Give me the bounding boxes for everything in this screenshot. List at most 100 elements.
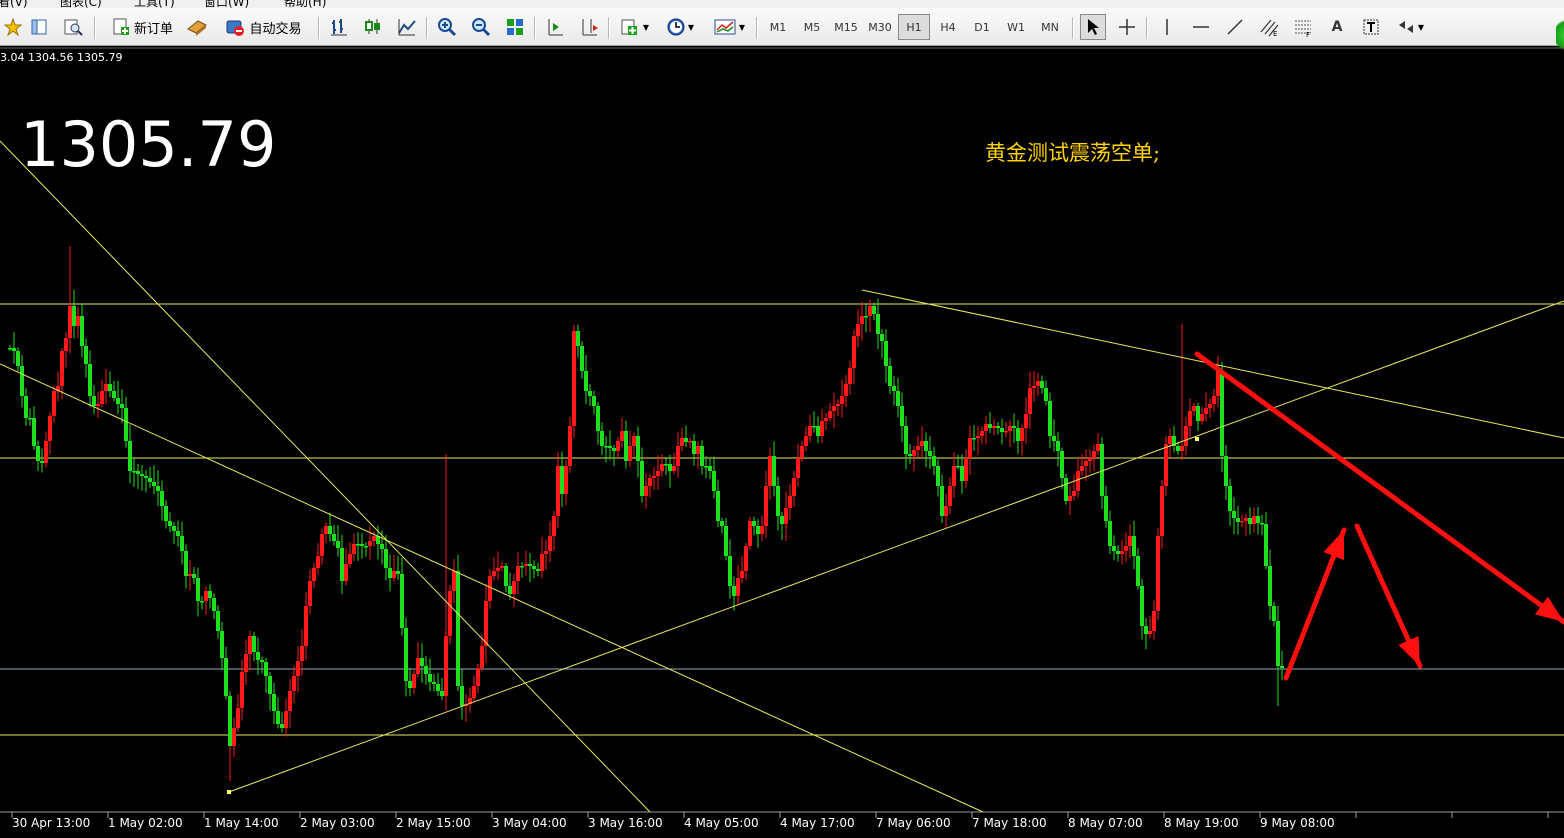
candle-body <box>256 652 260 660</box>
auto-trading-icon <box>226 20 245 36</box>
candle-body <box>1048 401 1052 436</box>
candle-body <box>1104 496 1108 521</box>
candle-body <box>884 341 888 366</box>
arrows-dropdown[interactable]: ▼ <box>1390 14 1430 40</box>
candle-body <box>524 564 528 566</box>
candle-body <box>760 526 764 534</box>
candle-body <box>608 446 612 448</box>
timeframe-m1[interactable]: M1 <box>762 14 794 40</box>
candle-body <box>908 454 912 456</box>
tile-windows-icon[interactable] <box>502 14 528 40</box>
candle-body <box>772 456 776 486</box>
navigator-window-icon[interactable] <box>26 14 52 40</box>
candlestick-chart-icon[interactable] <box>360 14 386 40</box>
menu-item[interactable]: 帮助(H) <box>284 0 326 8</box>
candle-body <box>1236 518 1240 522</box>
candle-body <box>152 482 156 486</box>
favorites-star-icon[interactable] <box>0 14 26 40</box>
candle-body <box>356 544 360 546</box>
candle-body <box>296 661 300 676</box>
equidistant-channel-icon[interactable]: E <box>1256 14 1282 40</box>
candle-body <box>112 391 116 398</box>
zoom-out-icon[interactable] <box>468 14 494 40</box>
templates-dropdown[interactable]: ▼ <box>708 14 750 40</box>
candle-body <box>88 364 92 396</box>
candle-body <box>708 466 712 471</box>
candle-body <box>428 674 432 682</box>
candle-body <box>80 316 84 346</box>
trendline-icon[interactable] <box>1222 14 1248 40</box>
menu-item[interactable]: 工具(T) <box>134 0 175 8</box>
candle-body <box>140 474 144 476</box>
candle-body <box>1112 546 1116 551</box>
candle-body <box>748 521 752 546</box>
candle-body <box>172 526 176 531</box>
crosshair-icon[interactable] <box>1114 14 1140 40</box>
candle-body <box>1268 566 1272 606</box>
horizontal-line-icon[interactable] <box>1188 14 1214 40</box>
new-order-button[interactable]: 新订单 <box>102 14 182 40</box>
candle-body <box>1220 371 1224 456</box>
text-tool-icon[interactable]: A <box>1324 14 1350 40</box>
timeframe-h1[interactable]: H1 <box>898 14 930 40</box>
new-order-icon <box>113 18 129 35</box>
candle-body <box>284 711 288 728</box>
candle-body <box>332 534 336 541</box>
market-watch-zoom-icon[interactable] <box>60 14 86 40</box>
line-chart-icon[interactable] <box>394 14 420 40</box>
bar-chart-icon[interactable] <box>326 14 352 40</box>
candle-body <box>808 426 812 436</box>
candle-body <box>920 441 924 446</box>
candle-body <box>344 564 348 581</box>
timeframe-m5[interactable]: M5 <box>796 14 828 40</box>
auto-scroll-icon[interactable] <box>576 14 602 40</box>
candle-body <box>956 466 960 468</box>
candle-body <box>784 508 788 524</box>
candle-body <box>1188 411 1192 426</box>
menu-item[interactable]: 看(V) <box>0 0 28 8</box>
fibonacci-retracement-icon[interactable]: F <box>1290 14 1316 40</box>
candle-body <box>68 306 72 338</box>
text-label-icon[interactable] <box>1358 14 1384 40</box>
candle-body <box>892 386 896 391</box>
candle-body <box>392 571 396 578</box>
cursor-arrow-icon[interactable] <box>1080 14 1106 40</box>
candle-body <box>132 471 136 473</box>
auto-trading-button[interactable]: 自动交易 <box>216 14 310 40</box>
metaeditor-icon[interactable] <box>184 14 210 40</box>
chart-shift-icon[interactable] <box>542 14 568 40</box>
candle-body <box>1080 466 1084 471</box>
candle-body <box>184 551 188 576</box>
candle-body <box>304 606 308 646</box>
timeframe-w1[interactable]: W1 <box>1000 14 1032 40</box>
timeframe-d1[interactable]: D1 <box>966 14 998 40</box>
vertical-line-icon[interactable] <box>1154 14 1180 40</box>
candle-body <box>32 418 36 446</box>
menu-item[interactable]: 窗口(W) <box>204 0 249 8</box>
candle-body <box>1160 486 1164 536</box>
candle-body <box>128 441 132 471</box>
time-axis-label: 3 May 04:00 <box>492 816 567 830</box>
timeframe-h4[interactable]: H4 <box>932 14 964 40</box>
candle-body <box>984 424 988 431</box>
timeframe-m15[interactable]: M15 <box>830 14 862 40</box>
candle-body <box>1032 386 1036 388</box>
candle-body <box>232 728 236 746</box>
timeframe-m30[interactable]: M30 <box>864 14 896 40</box>
timeframe-mn[interactable]: MN <box>1034 14 1066 40</box>
candle-body <box>12 348 16 351</box>
periodicity-dropdown[interactable]: ▼ <box>660 14 700 40</box>
chart-annotation-text[interactable]: 黄金测试震荡空单; <box>985 137 1160 167</box>
menu-item[interactable]: 图表(C) <box>60 0 102 8</box>
candle-body <box>836 404 840 406</box>
candle-body <box>372 536 376 541</box>
candle-body <box>1212 396 1216 404</box>
price-chart[interactable]: 3.04 1304.56 1305.79 1305.79 黄金测试震荡空单; 3… <box>0 46 1564 838</box>
candle-body <box>244 654 248 672</box>
candle-body <box>1024 414 1028 428</box>
indicators-dropdown[interactable]: ▼ <box>614 14 654 40</box>
candle-body <box>1068 496 1072 501</box>
candle-body <box>532 566 536 569</box>
candle-body <box>480 646 484 668</box>
zoom-in-icon[interactable] <box>434 14 460 40</box>
